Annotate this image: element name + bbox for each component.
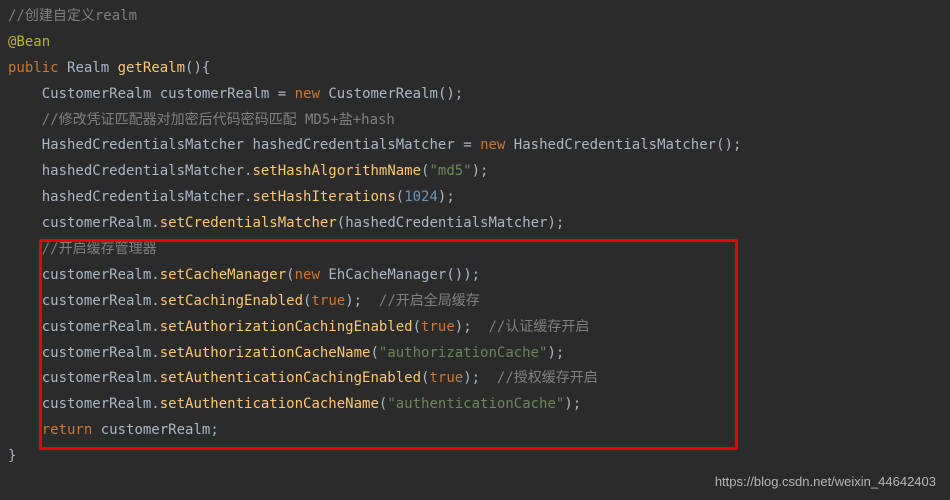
call: setAuthorizationCacheName [160, 345, 371, 361]
kw-return: return [42, 422, 93, 438]
kw-new: new [295, 86, 320, 102]
obj: customerRealm [42, 319, 152, 335]
obj: customerRealm [42, 293, 152, 309]
comment-inline: //授权缓存开启 [497, 370, 598, 386]
call: setCachingEnabled [160, 293, 303, 309]
call: setAuthenticationCacheName [160, 396, 379, 412]
arg: 1024 [404, 189, 438, 205]
call: setCacheManager [160, 267, 286, 283]
call: setAuthorizationCachingEnabled [160, 319, 413, 335]
kw-public: public [8, 60, 59, 76]
arg: "md5" [429, 163, 471, 179]
obj: customerRealm [42, 396, 152, 412]
var: customerRealm [160, 86, 270, 102]
return-type: Realm [67, 60, 109, 76]
comment-line: //修改凭证匹配器对加密后代码密码匹配 MD5+盐+hash [42, 112, 395, 128]
call: setCredentialsMatcher [160, 215, 337, 231]
ctor: CustomerRealm [328, 86, 438, 102]
comment-line: //创建自定义realm [8, 8, 137, 24]
obj: hashedCredentialsMatcher [42, 163, 244, 179]
call: setAuthenticationCachingEnabled [160, 370, 421, 386]
obj: customerRealm [42, 370, 152, 386]
arg: "authorizationCache" [379, 345, 548, 361]
arg: true [421, 319, 455, 335]
comment-inline: //开启全局缓存 [379, 293, 480, 309]
obj: customerRealm [42, 267, 152, 283]
call: setHashAlgorithmName [252, 163, 421, 179]
obj: customerRealm [42, 345, 152, 361]
ctor: HashedCredentialsMatcher [514, 137, 716, 153]
kw-new: new [295, 267, 320, 283]
type: HashedCredentialsMatcher [42, 137, 244, 153]
arg: "authenticationCache" [387, 396, 564, 412]
obj: hashedCredentialsMatcher [42, 189, 244, 205]
var: customerRealm [101, 422, 211, 438]
annotation: @Bean [8, 34, 50, 50]
comment-inline: //认证缓存开启 [488, 319, 589, 335]
obj: customerRealm [42, 215, 152, 231]
watermark-text: https://blog.csdn.net/weixin_44642403 [715, 470, 936, 494]
var: hashedCredentialsMatcher [252, 137, 454, 153]
arg: true [311, 293, 345, 309]
type: CustomerRealm [42, 86, 152, 102]
ctor: EhCacheManager [328, 267, 446, 283]
arg: hashedCredentialsMatcher [345, 215, 547, 231]
call: setHashIterations [252, 189, 395, 205]
kw-new: new [480, 137, 505, 153]
method-name: getRealm [118, 60, 185, 76]
arg: true [429, 370, 463, 386]
code-block: //创建自定义realm @Bean public Realm getRealm… [0, 0, 950, 470]
comment-line: //开启缓存管理器 [42, 241, 157, 257]
